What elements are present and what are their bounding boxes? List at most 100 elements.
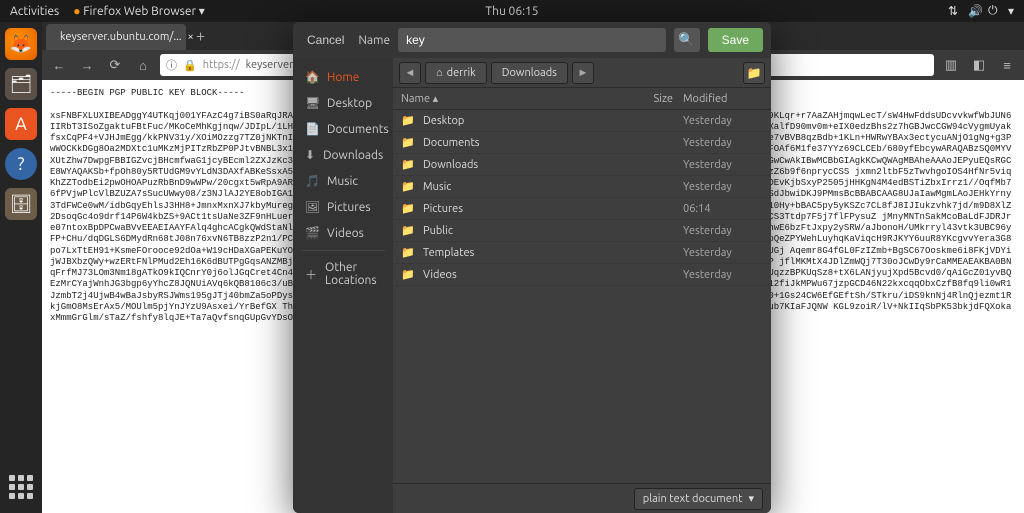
- sidebar-item-documents[interactable]: 📄 Documents: [293, 116, 393, 142]
- activities-button[interactable]: Activities: [10, 5, 59, 18]
- file-row[interactable]: 📁TemplatesYesterday: [393, 242, 771, 264]
- documents-icon: 📄: [305, 122, 319, 136]
- power-icon[interactable]: ⏻: [988, 4, 998, 14]
- dock-files[interactable]: 🗂: [5, 68, 37, 100]
- lock-icon: 🔒: [183, 59, 197, 72]
- dock-software[interactable]: A: [5, 108, 37, 140]
- filetype-label: plain text document: [643, 493, 743, 505]
- sidebar-item-other-locations[interactable]: ＋Other Locations: [293, 255, 393, 293]
- path-back-button[interactable]: ◄: [399, 62, 421, 84]
- new-tab-button[interactable]: +: [186, 27, 215, 45]
- file-modified: Yesterday: [683, 247, 763, 259]
- file-name: Public: [423, 225, 633, 237]
- folder-icon: 📁: [401, 202, 417, 215]
- search-button[interactable]: 🔍: [674, 28, 700, 52]
- sidebar-item-videos[interactable]: 🎬 Videos: [293, 220, 393, 246]
- reload-button[interactable]: ⟳: [104, 54, 126, 76]
- file-modified: Yesterday: [683, 181, 763, 193]
- pgp-header: -----BEGIN PGP PUBLIC KEY BLOCK-----: [50, 88, 244, 98]
- file-modified: Yesterday: [683, 159, 763, 171]
- dialog-header: Cancel Name 🔍 Save: [293, 22, 771, 58]
- forward-button[interactable]: →: [76, 54, 98, 76]
- file-row[interactable]: 📁DownloadsYesterday: [393, 154, 771, 176]
- network-icon[interactable]: ⇅: [948, 4, 958, 14]
- sidebar-item-label: Desktop: [327, 97, 372, 110]
- file-list: 📁DesktopYesterday📁DocumentsYesterday📁Dow…: [393, 110, 771, 483]
- music-icon: 🎵: [305, 174, 319, 188]
- sidebar-button[interactable]: ◧: [968, 54, 990, 76]
- sidebar-item-home[interactable]: 🏠 Home: [293, 64, 393, 90]
- sidebar-item-label: Pictures: [327, 201, 371, 214]
- home-icon: ⌂: [436, 67, 443, 79]
- sidebar-item-label: Videos: [327, 227, 364, 240]
- file-row[interactable]: 📁DesktopYesterday: [393, 110, 771, 132]
- sidebar-item-label: Music: [327, 175, 358, 188]
- sidebar-item-pictures[interactable]: 🖼 Pictures: [293, 194, 393, 220]
- cancel-button[interactable]: Cancel: [301, 29, 350, 51]
- column-name[interactable]: Name ▴: [401, 92, 633, 105]
- dialog-footer: plain text document ▾: [393, 483, 771, 513]
- filetype-dropdown[interactable]: plain text document ▾: [634, 488, 763, 510]
- file-row[interactable]: 📁DocumentsYesterday: [393, 132, 771, 154]
- file-row[interactable]: 📁 Public Yesterday: [393, 220, 771, 242]
- folder-icon: 📁: [401, 246, 417, 259]
- home-icon: 🏠: [305, 70, 319, 84]
- volume-icon[interactable]: 🔊: [968, 4, 978, 14]
- dock-firefox[interactable]: 🦊: [5, 28, 37, 60]
- search-icon: 🔍: [678, 32, 695, 47]
- app-menu[interactable]: ● Firefox Web Browser ▾: [73, 4, 205, 18]
- path-segment-home[interactable]: ⌂ derrik: [425, 62, 487, 84]
- save-button[interactable]: Save: [708, 28, 763, 52]
- menu-button[interactable]: ≡: [996, 54, 1018, 76]
- sidebar-item-label: Home: [327, 71, 359, 84]
- column-modified[interactable]: Modified: [683, 93, 763, 105]
- desktop-icon: 🖥: [305, 96, 319, 110]
- sidebar-item-downloads[interactable]: ⬇ Downloads: [293, 142, 393, 168]
- file-browser: ◄ ⌂ derrik Downloads ► 📁 Name ▴ Size Modi…: [393, 58, 771, 513]
- top-panel: Activities ● Firefox Web Browser ▾ Thu 0…: [0, 0, 1024, 22]
- file-modified: Yesterday: [683, 225, 763, 237]
- dock-drawer[interactable]: 🗄: [5, 188, 37, 220]
- file-row[interactable]: 📁Pictures06:14: [393, 198, 771, 220]
- sidebar-item-music[interactable]: 🎵 Music: [293, 168, 393, 194]
- file-modified: Yesterday: [683, 115, 763, 127]
- clock[interactable]: Thu 06:15: [485, 5, 538, 18]
- folder-icon: 📁: [401, 224, 417, 237]
- filename-input[interactable]: [398, 28, 666, 52]
- file-modified: 06:14: [683, 203, 763, 215]
- shield-icon: ⓘ: [166, 57, 177, 73]
- path-label: derrik: [447, 67, 476, 79]
- path-forward-button[interactable]: ►: [572, 62, 594, 84]
- file-modified: Yesterday: [683, 269, 763, 281]
- back-button[interactable]: ←: [48, 54, 70, 76]
- sidebar-item-desktop[interactable]: 🖥 Desktop: [293, 90, 393, 116]
- chevron-down-icon: ▾: [199, 5, 205, 18]
- plus-icon: ＋: [305, 266, 317, 283]
- firefox-icon: ●: [73, 5, 80, 18]
- folder-icon: 📁: [401, 114, 417, 127]
- chevron-down-icon: ▾: [748, 492, 754, 505]
- sidebar-item-label: Documents: [327, 123, 389, 136]
- file-row[interactable]: 📁VideosYesterday: [393, 264, 771, 286]
- launcher-dock: 🦊 🗂 A ? 🗄: [0, 22, 42, 513]
- column-size[interactable]: Size: [633, 93, 683, 105]
- sort-indicator-icon: ▴: [433, 93, 439, 105]
- name-label: Name: [358, 34, 390, 47]
- file-name: Documents: [423, 137, 633, 149]
- file-modified: Yesterday: [683, 137, 763, 149]
- videos-icon: 🎬: [305, 226, 319, 240]
- dock-help[interactable]: ?: [5, 148, 37, 180]
- new-folder-button[interactable]: 📁: [743, 62, 765, 84]
- browser-tab[interactable]: keyserver.ubuntu.com/... ×: [46, 24, 186, 50]
- chevron-down-icon[interactable]: ▾: [1008, 4, 1014, 18]
- sidebar-item-label: Downloads: [323, 149, 383, 162]
- path-segment-folder[interactable]: Downloads: [491, 62, 568, 84]
- home-button[interactable]: ⌂: [132, 54, 154, 76]
- pictures-icon: 🖼: [305, 200, 319, 214]
- show-applications[interactable]: [5, 471, 37, 503]
- downloads-icon: ⬇: [305, 148, 315, 162]
- folder-icon: 📁: [401, 180, 417, 193]
- file-row[interactable]: 📁MusicYesterday: [393, 176, 771, 198]
- column-headers: Name ▴ Size Modified: [393, 88, 771, 110]
- library-button[interactable]: ▥: [940, 54, 962, 76]
